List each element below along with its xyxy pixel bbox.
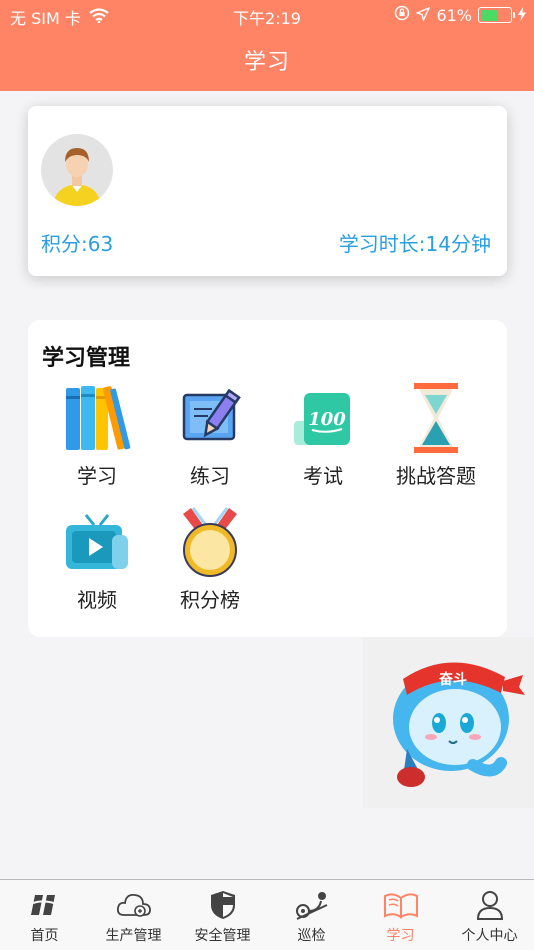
mascot-illustration[interactable]: 奋斗 [363, 637, 534, 808]
cloud-icon [89, 888, 178, 922]
person-icon [445, 888, 534, 922]
books-icon [41, 378, 153, 458]
grid-item-leaderboard[interactable]: 积分榜 [154, 502, 266, 613]
grid-item-challenge[interactable]: 挑战答题 [380, 378, 492, 489]
grid-item-label: 学习 [77, 464, 117, 488]
tab-label: 个人中心 [461, 928, 518, 944]
score-100-icon: 100 [267, 378, 379, 458]
learning-management-card: 学习管理 学习 练习 100 考试 挑战答题 视频 积分榜 [28, 320, 507, 637]
battery-percent: 61% [436, 5, 472, 25]
header: 无 SIM 卡 下午2:19 61% 学习 [0, 0, 534, 91]
open-book-icon [356, 888, 445, 922]
shield-icon [178, 888, 267, 922]
battery-icon [478, 7, 515, 23]
grid-item-label: 挑战答题 [396, 464, 476, 488]
tab-label: 学习 [386, 928, 415, 944]
hourglass-icon [380, 378, 492, 458]
grid-item-label: 考试 [303, 464, 343, 488]
grid-item-label: 练习 [190, 464, 230, 488]
tab-label: 生产管理 [105, 928, 162, 944]
tab-label: 安全管理 [194, 928, 251, 944]
study-duration-label: 学习时长:14分钟 [338, 232, 491, 256]
medal-icon [154, 502, 266, 582]
tab-label: 巡检 [297, 928, 326, 944]
tab-inspection[interactable]: 巡检 [267, 880, 356, 950]
tab-profile[interactable]: 个人中心 [445, 880, 534, 950]
tab-safety[interactable]: 安全管理 [178, 880, 267, 950]
page-title: 学习 [243, 50, 290, 75]
grid-item-study[interactable]: 学习 [41, 378, 153, 489]
grid-item-label: 视频 [77, 588, 117, 612]
location-route-icon [267, 888, 356, 922]
notebook-pen-icon [154, 378, 266, 458]
tab-study[interactable]: 学习 [356, 880, 445, 950]
grid-item-label: 积分榜 [180, 588, 240, 612]
home-logo-icon [0, 888, 89, 922]
section-title: 学习管理 [42, 346, 131, 371]
score-label: 积分:63 [41, 232, 114, 256]
grid-item-practice[interactable]: 练习 [154, 378, 266, 489]
location-arrow-icon [415, 6, 431, 25]
profile-card: 积分:63 学习时长:14分钟 [28, 106, 507, 276]
grid-item-video[interactable]: 视频 [41, 502, 153, 613]
tab-label: 首页 [30, 928, 59, 944]
tab-home[interactable]: 首页 [0, 880, 89, 950]
tab-bar: 首页 生产管理 安全管理 巡检 学习 个人中心 [0, 879, 534, 950]
tab-production[interactable]: 生产管理 [89, 880, 178, 950]
rotation-lock-icon [394, 5, 410, 25]
status-bar: 无 SIM 卡 下午2:19 61% [0, 0, 534, 30]
tv-play-icon [41, 502, 153, 582]
svg-text:100: 100 [308, 409, 346, 430]
grid-item-exam[interactable]: 100 考试 [267, 378, 379, 489]
mascot-banner-text: 奋斗 [438, 671, 467, 688]
avatar[interactable] [41, 134, 113, 206]
charging-icon [518, 6, 526, 25]
